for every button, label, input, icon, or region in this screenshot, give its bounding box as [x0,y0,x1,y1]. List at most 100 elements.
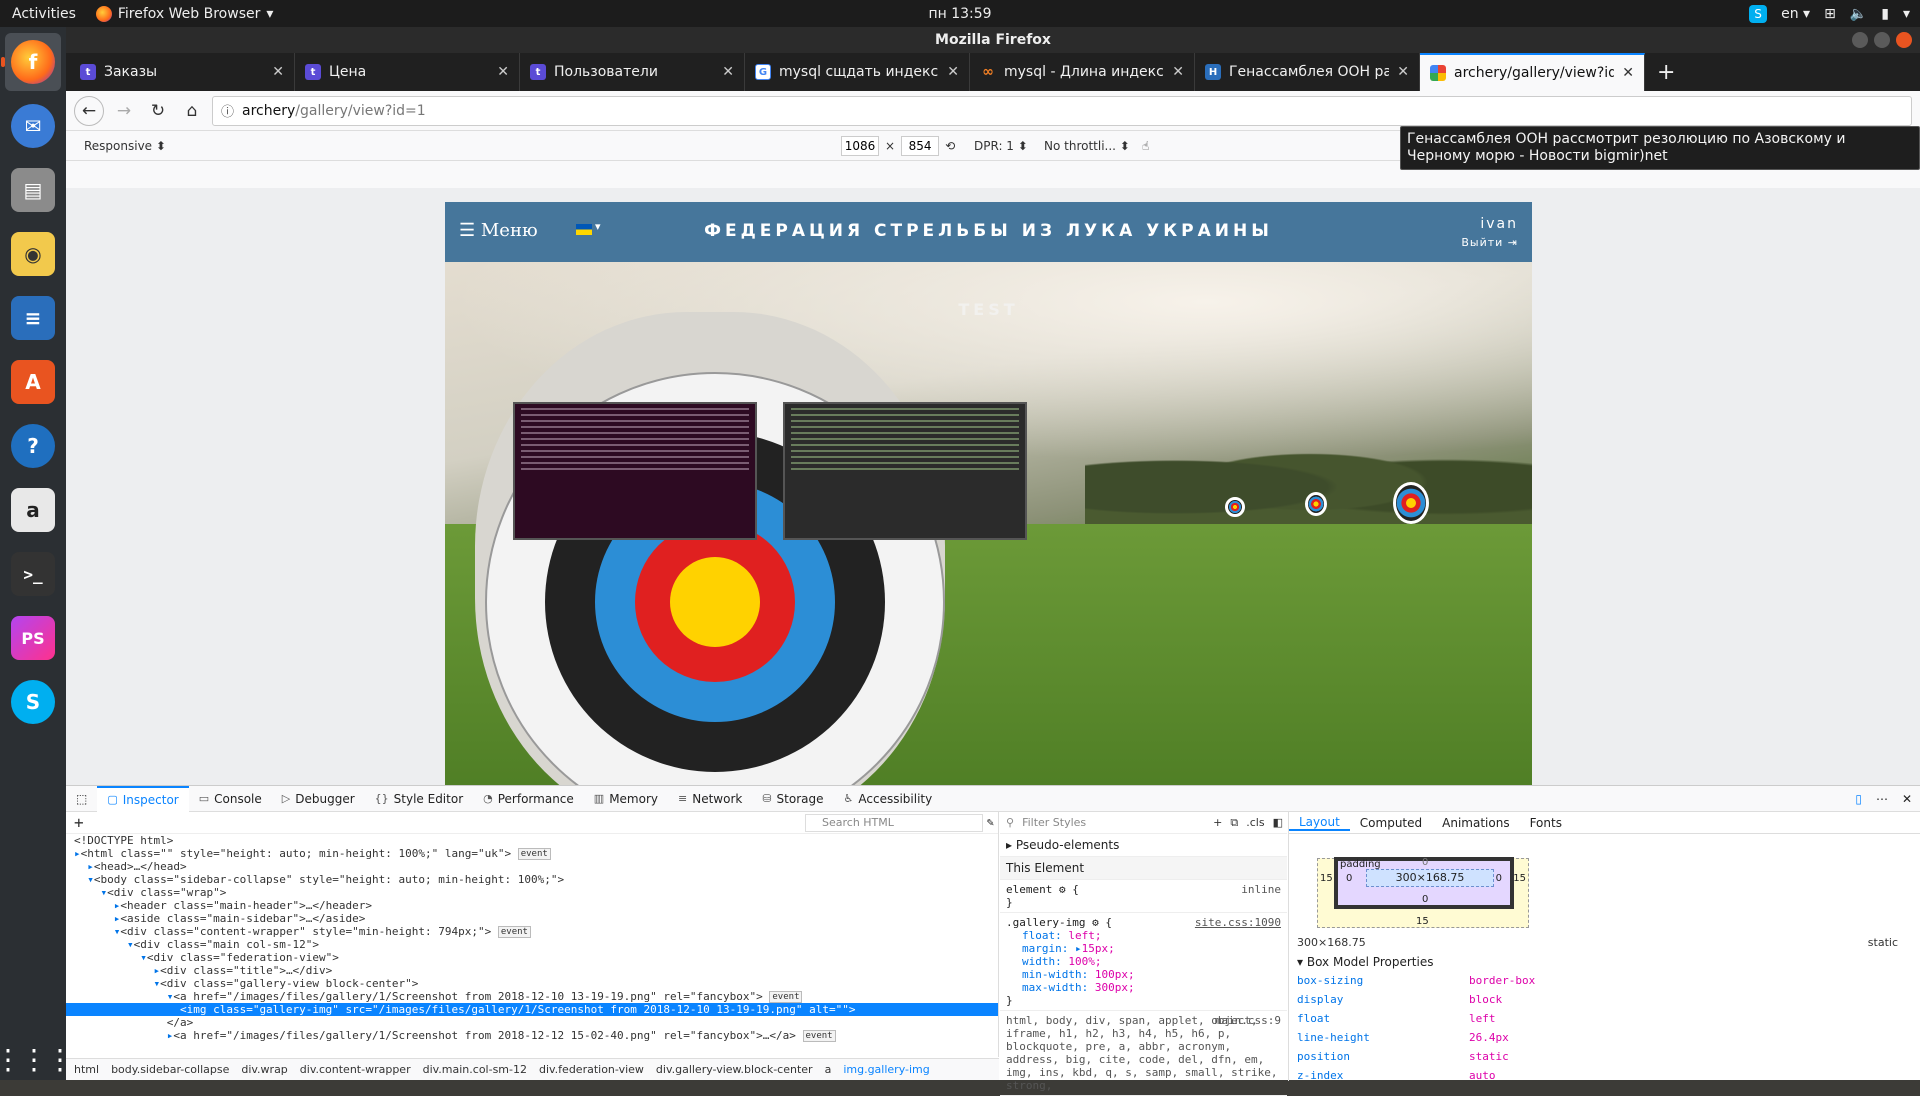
markup-node-selected[interactable]: <img class="gallery-img" src="/images/fi… [66,1003,998,1016]
markup-node[interactable]: ▸<a href="/images/files/gallery/1/Screen… [66,1029,998,1042]
dock-item-firefox[interactable]: f [1,33,61,91]
close-devtools-icon[interactable]: ✕ [1902,792,1912,806]
breadcrumb-item[interactable]: div.main.col-sm-12 [423,1063,527,1076]
tab-inspector[interactable]: ▢ Inspector [97,785,189,812]
tab-accessibility[interactable]: ♿ Accessibility [834,786,943,812]
close-window-button[interactable] [1896,32,1912,48]
tab-fonts[interactable]: Fonts [1520,816,1572,830]
dock-item-rhythmbox[interactable]: ◉ [5,225,61,283]
eyedropper-icon[interactable]: ✎ [987,815,994,829]
breadcrumb-item[interactable]: div.wrap [241,1063,287,1076]
maximize-button[interactable] [1874,32,1890,48]
browser-tab[interactable]: H Генассамблея ООН рас ✕ [1195,53,1420,91]
box-prop-row[interactable]: display block [1297,990,1912,1009]
touch-simulation-icon[interactable]: ☝ [1142,139,1149,153]
event-badge[interactable]: event [497,926,531,938]
declaration-margin[interactable]: margin: ▸15px; [1006,942,1281,955]
close-tab-icon[interactable]: ✕ [1622,65,1634,81]
show-applications-icon[interactable]: ⋮⋮⋮ [0,1046,74,1074]
reload-button[interactable]: ↻ [144,97,172,125]
event-badge[interactable]: event [802,1030,836,1042]
menu-button[interactable]: ☰ Меню [459,220,538,241]
box-model-properties-toggle[interactable]: ▾ Box Model Properties [1297,949,1912,971]
close-tab-icon[interactable]: ✕ [947,64,959,80]
padding-right-value[interactable]: 0 [1496,873,1502,884]
pseudo-class-toggle-icon[interactable]: ⧉ [1230,816,1238,830]
tab-layout[interactable]: Layout [1289,815,1350,831]
tab-storage[interactable]: ⛁ Storage [752,786,833,812]
dock-item-files[interactable]: ▤ [5,161,61,219]
viewport-height-input[interactable] [901,135,940,156]
viewport-width-input[interactable] [841,135,879,156]
keyboard-layout[interactable]: en ▾ [1781,6,1810,22]
markup-node[interactable]: ▸<div class="title">…</div> [66,964,998,977]
dock-item-help[interactable]: ? [5,417,61,475]
element-picker-icon[interactable]: ⬚ [66,786,97,812]
breadcrumb-item[interactable]: html [74,1063,99,1076]
filter-styles-input[interactable]: Filter Styles [1022,816,1205,829]
dpr-selector[interactable]: DPR: 1 ⬍ [974,139,1028,153]
padding-bottom-value[interactable]: 0 [1422,894,1428,905]
rule-source[interactable]: main.css:9 [1215,1014,1281,1027]
markup-node[interactable]: ▸<html class="" style="height: auto; min… [66,847,998,860]
skype-tray-icon[interactable]: S [1749,4,1768,23]
reset-rule[interactable]: main.css:9 html, body, div, span, applet,… [1000,1011,1287,1096]
rotate-icon[interactable]: ⟲ [945,139,955,153]
tab-network[interactable]: ≡ Network [668,786,752,812]
add-rule-icon[interactable]: + [1213,816,1222,829]
breadcrumb-item[interactable]: body.sidebar-collapse [111,1063,229,1076]
markup-node[interactable]: ▾<div class="wrap"> [66,886,998,899]
markup-node[interactable]: </a> [66,1016,998,1029]
browser-tab[interactable]: t Цена ✕ [295,53,520,91]
back-button[interactable]: ← [74,95,104,126]
device-selector[interactable]: Responsive ⬍ [84,139,166,153]
site-brand[interactable]: ФЕДЕРАЦИЯ СТРЕЛЬБЫ ИЗ ЛУКА УКРАИНЫ [445,221,1532,241]
more-options-icon[interactable]: ⋯ [1876,792,1888,806]
dock-item-amazon[interactable]: a [5,481,61,539]
language-chevron-icon[interactable]: ▾ [595,220,601,233]
tab-console[interactable]: ▭ Console [189,786,272,812]
url-bar[interactable]: ⓘ archery/gallery/view?id=1 [212,95,1912,126]
search-html-input[interactable]: Search HTML [805,814,983,832]
info-icon[interactable]: ⓘ [221,101,234,120]
box-prop-row[interactable]: line-height 26.4px [1297,1028,1912,1047]
throttling-selector[interactable]: No throttli... ⬍ [1044,139,1130,153]
margin-bottom-value[interactable]: 15 [1416,916,1429,927]
browser-tab[interactable]: Gmysql сщдать индекс с ✕ [745,53,970,91]
browser-tab[interactable]: t Заказы ✕ [70,53,295,91]
close-tab-icon[interactable]: ✕ [1172,64,1184,80]
declaration-max-width[interactable]: max-width: 300px; [1006,981,1281,994]
markup-node[interactable]: ▾<body class="sidebar-collapse" style="h… [66,873,998,886]
padding-left-value[interactable]: 0 [1346,873,1352,884]
logout-link[interactable]: Выйти ⇥ [1461,236,1518,249]
breadcrumb-item[interactable]: div.content-wrapper [300,1063,411,1076]
close-tab-icon[interactable]: ✕ [722,64,734,80]
minimize-button[interactable] [1852,32,1868,48]
system-menu-icon[interactable]: ▾ [1903,6,1910,22]
markup-node[interactable]: ▸<aside class="main-sidebar">…</aside> [66,912,998,925]
breadcrumb-item-current[interactable]: img.gallery-img [843,1063,929,1076]
tab-debugger[interactable]: ▷ Debugger [272,786,365,812]
breadcrumb-item[interactable]: a [825,1063,832,1076]
forward-button[interactable]: → [110,97,138,125]
event-badge[interactable]: event [769,991,803,1003]
browser-tab[interactable]: ∞ mysql - Длина индекса ✕ [970,53,1195,91]
tab-style-editor[interactable]: {} Style Editor [365,786,473,812]
padding-top-value[interactable]: 0 [1422,857,1428,868]
tab-memory[interactable]: ▥ Memory [584,786,668,812]
content-box-size[interactable]: 300×168.75 [1366,869,1494,887]
ukraine-flag-icon[interactable] [576,224,592,235]
dock-item-skype[interactable]: S [5,673,61,731]
markup-node[interactable]: ▾<div class="content-wrapper" style="min… [66,925,998,938]
markup-node[interactable]: ▾<div class="gallery-view block-center"> [66,977,998,990]
gallery-img-rule[interactable]: .gallery-img ⚙ {site.css:1090 float: lef… [1000,913,1287,1011]
gallery-thumbnail[interactable] [513,402,757,540]
browser-tab-active[interactable]: archery/gallery/view?id= ✕ [1420,53,1645,91]
cls-toggle[interactable]: .cls [1246,816,1264,829]
markup-node[interactable]: ▸<header class="main-header">…</header> [66,899,998,912]
close-tab-icon[interactable]: ✕ [272,64,284,80]
box-prop-row[interactable]: z-index auto [1297,1066,1912,1085]
close-tab-icon[interactable]: ✕ [497,64,509,80]
box-prop-row[interactable]: position static [1297,1047,1912,1066]
margin-left-value[interactable]: 15 [1320,873,1333,884]
